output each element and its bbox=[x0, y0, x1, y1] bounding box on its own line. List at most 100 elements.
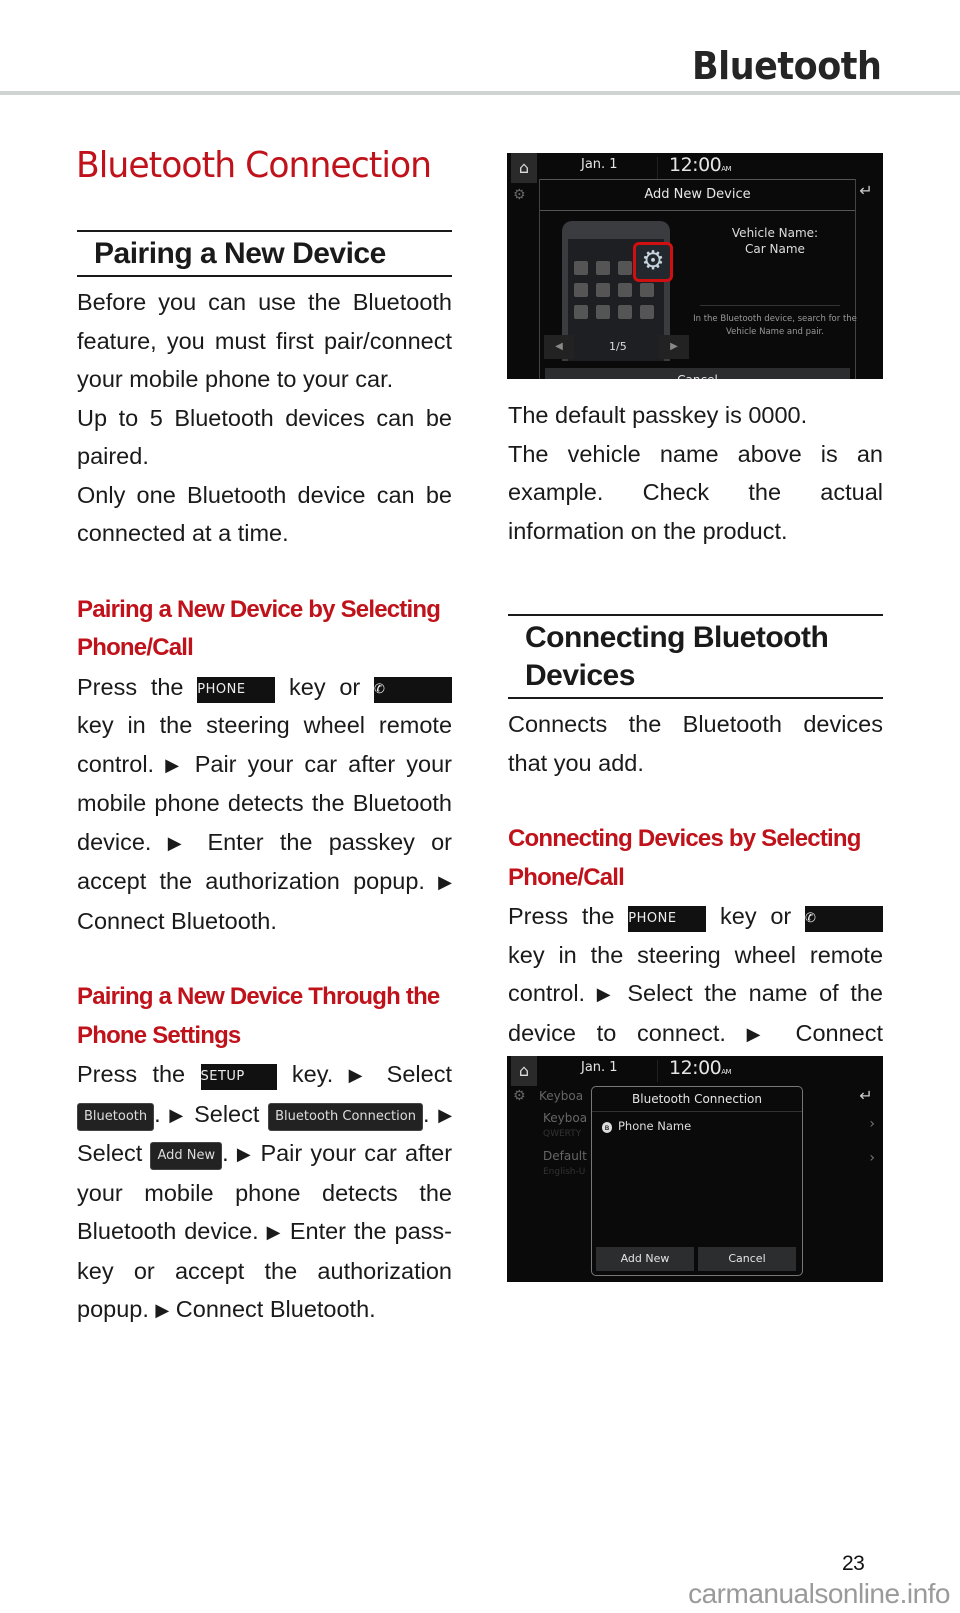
app-icon bbox=[596, 261, 610, 275]
instruction-paragraph: Press the SETUP key. ▶ Select Bluetooth.… bbox=[77, 1061, 453, 1322]
cancel-button[interactable]: Cancel bbox=[698, 1247, 796, 1271]
date: Jan. 1 bbox=[581, 1060, 618, 1075]
arrow-right-icon: ▶ bbox=[155, 1300, 170, 1320]
bg-item-sub: QWERTY bbox=[543, 1129, 582, 1139]
setup-key: SETUP bbox=[200, 1064, 277, 1090]
bg-item: Default bbox=[543, 1149, 587, 1163]
app-icon bbox=[574, 261, 588, 275]
app-icon bbox=[618, 283, 632, 297]
add-new-button-ref: Add New bbox=[150, 1142, 223, 1170]
app-icon bbox=[596, 305, 610, 319]
arrow-right-icon: ▶ bbox=[236, 1144, 253, 1164]
text: Press the bbox=[77, 673, 184, 700]
text: key. bbox=[291, 1061, 334, 1087]
bg-item: Keyboa bbox=[543, 1111, 588, 1125]
phone-handset-icon: ✆ bbox=[805, 911, 817, 926]
home-icon: ⌂ bbox=[511, 153, 537, 183]
bluetooth-button-ref: Bluetooth bbox=[77, 1102, 155, 1131]
example-note: The vehicle name above is an example. Ch… bbox=[508, 440, 883, 544]
vehicle-name-block: Vehicle Name: Car Name bbox=[700, 225, 850, 257]
cancel-button[interactable]: Cancel bbox=[545, 368, 850, 379]
arrow-right-icon: ▶ bbox=[348, 1065, 372, 1085]
call-key: ✆ bbox=[805, 906, 884, 932]
add-new-device-dialog: Add New Device ⚙ ◀ 1/5 ▶ Vehicle Name: C… bbox=[539, 179, 857, 379]
clock: 12:00AM bbox=[669, 154, 732, 176]
arrow-right-icon: ▶ bbox=[165, 754, 184, 775]
arrow-right-icon: ▶ bbox=[169, 1104, 186, 1125]
text: Select bbox=[77, 1140, 143, 1166]
subheading-by-settings: Pairing a New Device Through the Phone S… bbox=[77, 983, 440, 1049]
header-rule bbox=[0, 91, 960, 95]
back-icon: ↵ bbox=[859, 1086, 873, 1105]
arrow-right-icon: ▶ bbox=[438, 1104, 453, 1125]
home-icon: ⌂ bbox=[511, 1056, 537, 1086]
app-icon bbox=[574, 283, 588, 297]
paragraph: Before you can use the Bluetooth feature… bbox=[77, 289, 452, 392]
right-column-notes: The default passkey is 0000. The vehicle… bbox=[508, 396, 883, 550]
text: Select bbox=[386, 1061, 452, 1087]
divider bbox=[657, 1060, 658, 1082]
text: key or bbox=[720, 903, 792, 929]
phone-handset-icon: ✆ bbox=[374, 681, 386, 697]
app-icon bbox=[618, 305, 632, 319]
next-page-button[interactable]: ▶ bbox=[659, 335, 689, 359]
watermark: carmanualsonline.info bbox=[688, 1578, 950, 1609]
text: key bbox=[508, 941, 545, 968]
bg-item-sub: English-U bbox=[543, 1167, 586, 1177]
phone-key: PHONE bbox=[197, 676, 276, 703]
dialog-title: Bluetooth Connection bbox=[592, 1087, 802, 1112]
phone-key: PHONE bbox=[628, 906, 707, 932]
add-new-device-screenshot: ⌂ Jan. 1 12:00AM ⚙ ↵ Add New Device ⚙ ◀ … bbox=[507, 153, 883, 379]
paragraph: Connects the Bluetooth devices that you … bbox=[508, 711, 883, 776]
subheading-connecting-by-phone: Connecting Devices by Selecting Phone/Ca… bbox=[508, 825, 861, 891]
left-column: Pairing a New Device Before you can use … bbox=[77, 230, 452, 1330]
add-new-button[interactable]: Add New bbox=[596, 1247, 694, 1271]
bluetooth-connection-button-ref: Bluetooth Connection bbox=[268, 1102, 423, 1131]
arrow-right-icon: ▶ bbox=[746, 1023, 775, 1044]
date: Jan. 1 bbox=[581, 157, 618, 172]
text: key bbox=[77, 712, 114, 738]
time: 12:00 bbox=[669, 1057, 722, 1079]
page-number: 23 bbox=[842, 1552, 865, 1575]
settings-gear-highlight-icon: ⚙ bbox=[633, 242, 673, 282]
bluetooth-connection-dialog: Bluetooth Connection ʙ Phone Name Add New… bbox=[591, 1086, 803, 1276]
section-header-title: Bluetooth bbox=[692, 44, 882, 88]
device-list-item[interactable]: ʙ Phone Name bbox=[602, 1119, 691, 1133]
bluetooth-icon: ʙ bbox=[602, 1122, 612, 1133]
passkey-note: The default passkey is 0000. bbox=[508, 402, 808, 428]
subheading-by-phone: Pairing a New Device by Selecting Phone/… bbox=[77, 595, 441, 662]
ampm: AM bbox=[721, 165, 732, 173]
prev-page-button[interactable]: ◀ bbox=[544, 335, 574, 359]
arrow-right-icon: ▶ bbox=[167, 832, 192, 853]
ampm: AM bbox=[721, 1068, 732, 1076]
text: Connect Bluetooth. bbox=[175, 1296, 376, 1322]
app-icon bbox=[618, 261, 632, 275]
background-settings-list: Keyboa Keyboa QWERTY Default English-U bbox=[539, 1088, 587, 1180]
bg-item: Keyboa bbox=[539, 1089, 584, 1103]
vehicle-name: Car Name bbox=[745, 242, 805, 256]
call-key: ✆ bbox=[374, 676, 453, 703]
page-indicator: 1/5 bbox=[609, 340, 627, 353]
app-icon bbox=[640, 305, 654, 319]
instruction-paragraph: Press the PHONE key or ✆ key in the stee… bbox=[77, 668, 453, 941]
chevron-right-icon: › bbox=[869, 1150, 875, 1166]
chevron-right-icon: › bbox=[869, 1116, 875, 1132]
page-title: Bluetooth Connection bbox=[76, 145, 432, 186]
text: Press the bbox=[77, 1061, 186, 1087]
paragraph: Up to 5 Bluetooth devices can be paired. bbox=[77, 404, 452, 470]
section-heading-connecting: Connecting Bluetooth Devices bbox=[508, 614, 883, 699]
arrow-right-icon: ▶ bbox=[266, 1222, 282, 1242]
right-column-connecting: Connecting Bluetooth Devices Connects th… bbox=[508, 614, 884, 1092]
text: Press the bbox=[508, 903, 615, 929]
section-heading-pairing: Pairing a New Device bbox=[77, 230, 452, 277]
pager: ◀ 1/5 ▶ bbox=[544, 335, 694, 361]
app-icon bbox=[640, 283, 654, 297]
device-name: Phone Name bbox=[618, 1119, 692, 1133]
app-icon bbox=[596, 283, 610, 297]
paragraph: Only one Bluetooth device can be connect… bbox=[77, 481, 452, 547]
gear-icon: ⚙ bbox=[513, 1088, 526, 1104]
text: Connect Bluetooth. bbox=[77, 907, 277, 934]
text: Select bbox=[194, 1100, 260, 1127]
arrow-right-icon: ▶ bbox=[596, 984, 616, 1004]
app-icon bbox=[574, 305, 588, 319]
